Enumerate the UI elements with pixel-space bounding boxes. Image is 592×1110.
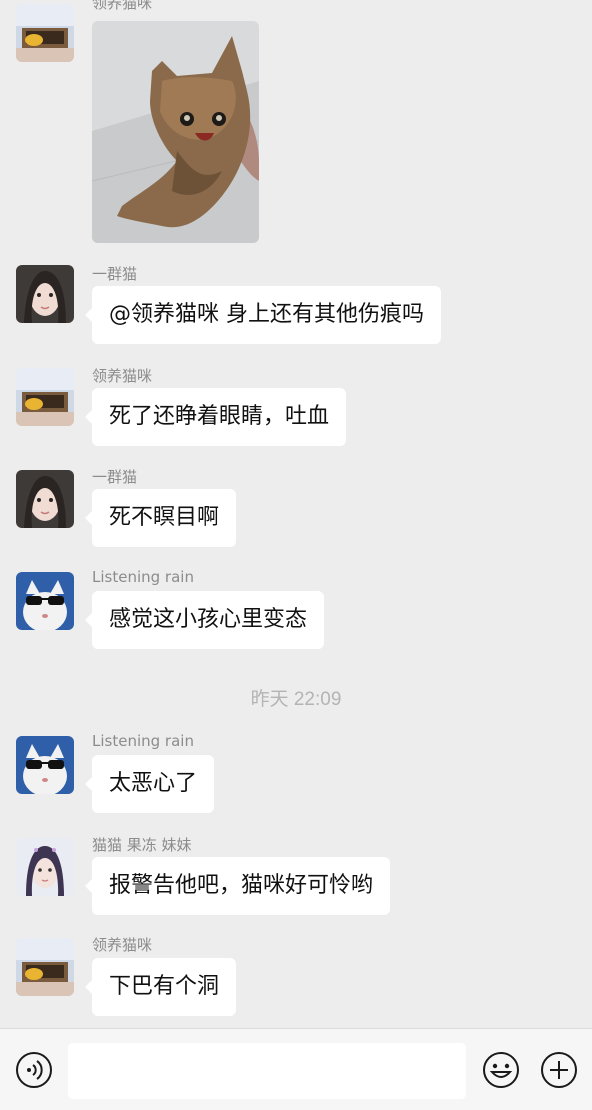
sender-name: Listening rain [92, 732, 194, 750]
cat-photo[interactable] [92, 21, 259, 243]
avatar[interactable] [16, 368, 74, 426]
sender-name: 领养猫咪 [92, 367, 153, 385]
message-bubble[interactable]: @领养猫咪 身上还有其他伤痕吗 [85, 286, 441, 344]
avatar[interactable] [16, 470, 74, 528]
sender-name: 一群猫 [92, 468, 138, 486]
sender-name: 一群猫 [92, 265, 138, 283]
sender-name: Listening rain [92, 568, 194, 586]
chat-area[interactable]: 领养猫咪 一群猫 @领养猫咪 身上还有其他伤痕吗 领养猫咪 死了还睁着眼睛，吐血… [0, 0, 592, 1028]
timestamp: 昨天 22:09 [250, 689, 342, 710]
avatar[interactable] [16, 838, 74, 896]
message-bubble[interactable]: 死了还睁着眼睛，吐血 [84, 388, 347, 446]
plus-icon [541, 1052, 577, 1088]
sender-name: 猫猫 果冻 妹妹 [92, 836, 192, 854]
message-bubble[interactable]: 下巴有个洞 [84, 958, 237, 1016]
message-bubble[interactable]: 太恶心了 [84, 755, 215, 813]
more-button[interactable] [540, 1051, 578, 1089]
emoji-button[interactable] [482, 1051, 520, 1089]
avatar[interactable] [16, 938, 74, 996]
message-bubble[interactable]: 死不瞑目啊 [84, 489, 237, 547]
avatar[interactable] [16, 736, 74, 794]
sender-name: 领养猫咪 [92, 0, 153, 12]
sender-name: 领养猫咪 [92, 936, 153, 954]
avatar[interactable] [16, 572, 74, 630]
message-bubble[interactable]: 感觉这小孩心里变态 [84, 591, 325, 649]
message-input[interactable] [68, 1043, 466, 1099]
emoji-icon [483, 1052, 519, 1088]
avatar[interactable] [16, 4, 74, 62]
message-bubble[interactable]: 报警告他吧，猫咪好可怜哟 [84, 857, 391, 915]
input-toolbar [0, 1028, 592, 1110]
voice-button[interactable] [15, 1051, 53, 1089]
avatar[interactable] [16, 265, 74, 323]
voice-icon [16, 1052, 52, 1088]
